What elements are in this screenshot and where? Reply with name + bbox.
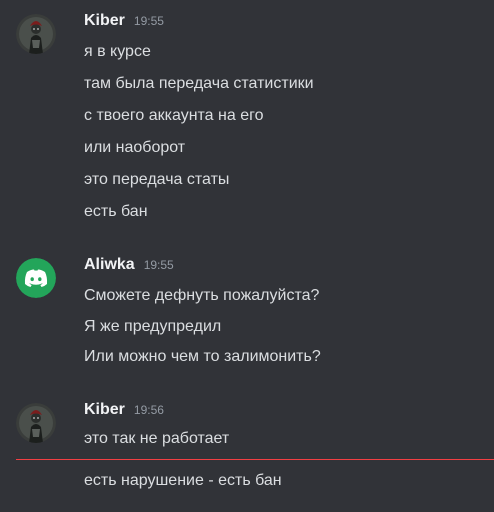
dark-figure-avatar-icon bbox=[16, 403, 56, 443]
message-text: Я же предупредил bbox=[84, 318, 222, 335]
message-text: с твоего аккаунта на его bbox=[84, 107, 264, 124]
message-text: это так не работает bbox=[84, 430, 230, 447]
user-avatar[interactable] bbox=[16, 14, 56, 54]
message-text: есть бан bbox=[84, 203, 148, 220]
new-messages-divider bbox=[16, 459, 494, 460]
user-avatar[interactable] bbox=[16, 403, 56, 443]
message-header: Kiber 19:55 bbox=[84, 12, 164, 34]
username[interactable]: Aliwka bbox=[84, 256, 135, 274]
message-text: там была передача статистики bbox=[84, 75, 314, 92]
message-header: Kiber 19:56 bbox=[84, 401, 164, 423]
message-text: или наоборот bbox=[84, 139, 186, 156]
message-header: Aliwka 19:55 bbox=[84, 256, 174, 278]
message-text: Сможете дефнуть пожалуйста? bbox=[84, 287, 320, 304]
message-text: это передача статы bbox=[84, 171, 230, 188]
timestamp: 19:55 bbox=[143, 258, 174, 272]
message-text: Или можно чем то залимонить? bbox=[84, 348, 321, 365]
timestamp: 19:55 bbox=[133, 14, 164, 28]
message-text: есть нарушение - есть бан bbox=[84, 472, 282, 489]
discord-logo-icon bbox=[16, 258, 56, 298]
timestamp: 19:56 bbox=[133, 403, 164, 417]
message-text: я в курсе bbox=[84, 43, 151, 60]
username[interactable]: Kiber bbox=[84, 401, 125, 419]
username[interactable]: Kiber bbox=[84, 12, 125, 30]
dark-figure-avatar-icon bbox=[16, 14, 56, 54]
user-avatar[interactable] bbox=[16, 258, 56, 298]
